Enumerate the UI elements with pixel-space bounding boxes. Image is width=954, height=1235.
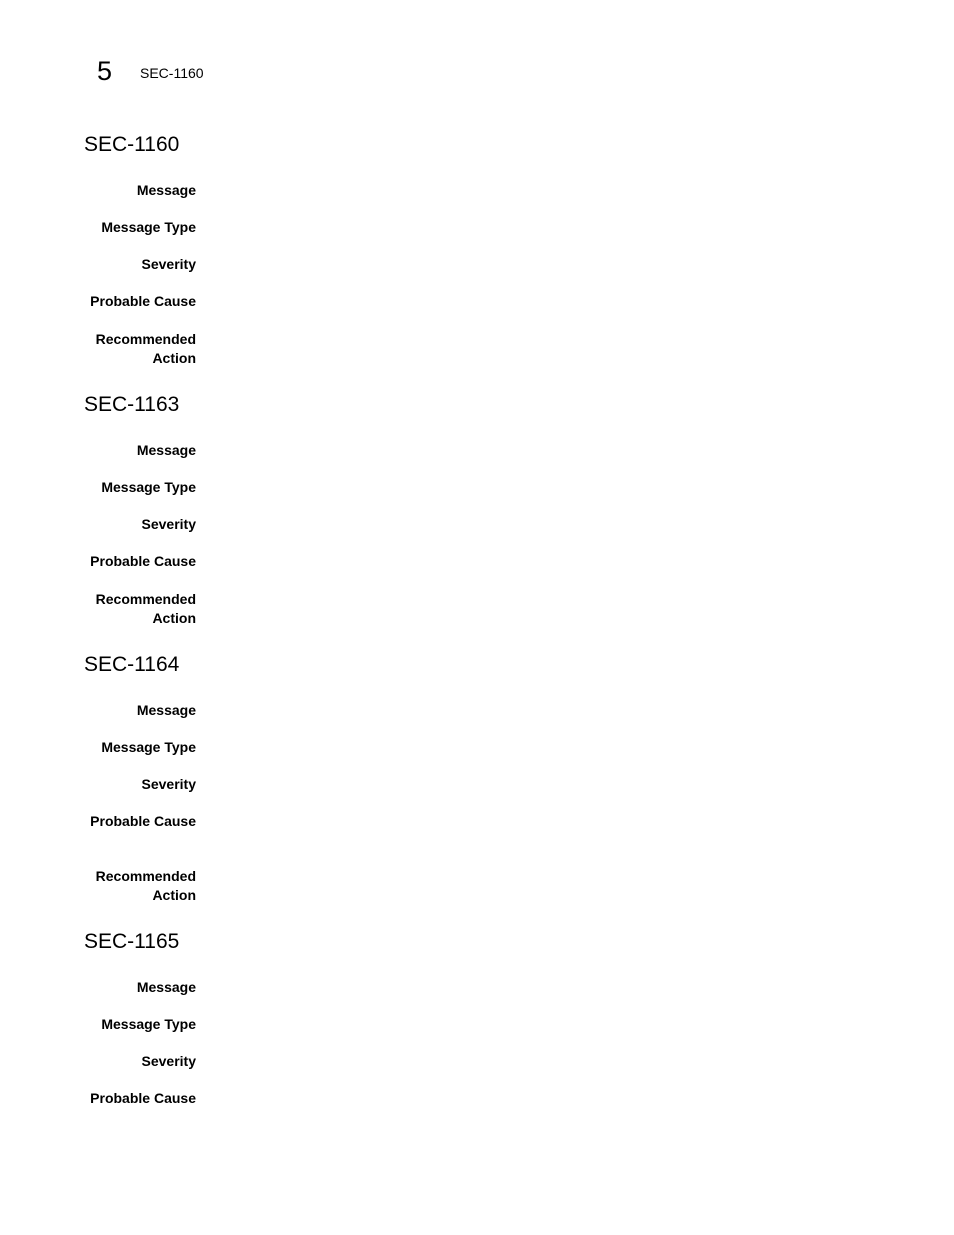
field-label-probable-cause: Probable Cause [90, 553, 196, 569]
section-title: SEC-1164 [84, 653, 180, 676]
field-label-severity: Severity [141, 256, 196, 272]
field-label-severity: Severity [141, 776, 196, 792]
section-title: SEC-1163 [84, 393, 180, 416]
chapter-number: 5 [97, 56, 113, 86]
message-section: SEC-1160 Message Message Type Severity P… [84, 133, 884, 366]
field-label-severity: Severity [141, 516, 196, 532]
field-label-message: Message [136, 979, 196, 995]
field-label-probable-cause: Probable Cause [90, 293, 196, 309]
field-label-message-type: Message Type [101, 739, 196, 755]
field-label-message: Message [136, 702, 196, 718]
field-label-message: Message [136, 182, 196, 198]
message-section: SEC-1165 Message Message Type Severity P… [84, 930, 884, 1106]
field-label-message-type: Message Type [101, 219, 196, 235]
field-label-recommended-action: Recommended Action [95, 868, 196, 903]
field-label-recommended-action: Recommended Action [95, 331, 196, 366]
field-label-message: Message [136, 442, 196, 458]
section-title: SEC-1165 [84, 930, 180, 953]
field-label-probable-cause: Probable Cause [90, 813, 196, 829]
field-label-message-type: Message Type [101, 479, 196, 495]
field-label-probable-cause: Probable Cause [90, 1090, 196, 1106]
field-label-severity: Severity [141, 1053, 196, 1069]
field-label-message-type: Message Type [101, 1016, 196, 1032]
message-section: SEC-1164 Message Message Type Severity P… [84, 653, 884, 903]
running-title: SEC-1160 [140, 65, 204, 81]
message-section: SEC-1163 Message Message Type Severity P… [84, 393, 884, 626]
section-title: SEC-1160 [84, 133, 180, 156]
field-label-recommended-action: Recommended Action [95, 591, 196, 626]
